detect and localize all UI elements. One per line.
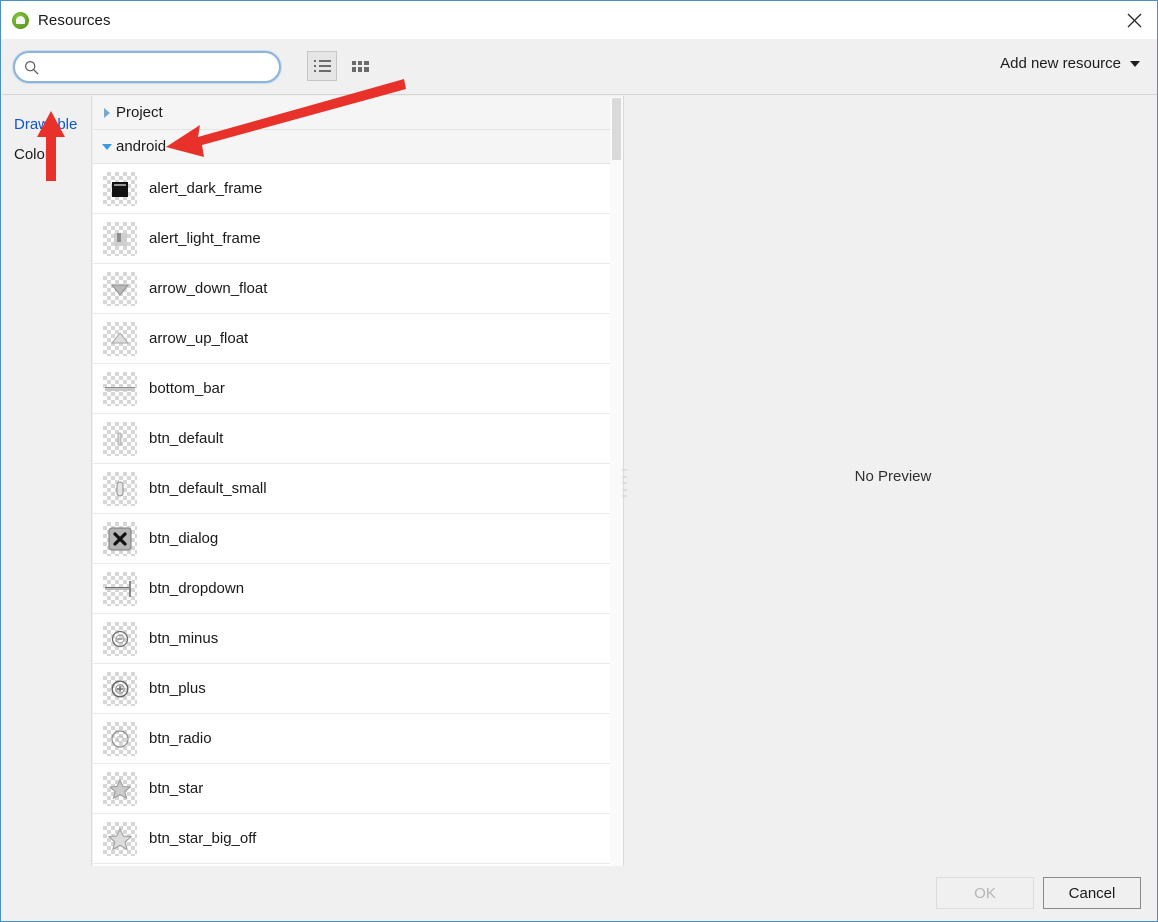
resource-list-panel: Project android alert_dark_frame alert_li… (93, 96, 624, 871)
sidebar-item-drawable[interactable]: Drawable (2, 109, 91, 139)
list-item[interactable]: btn_star_big_off (93, 814, 623, 864)
list-item[interactable]: alert_dark_frame (93, 164, 623, 214)
list-item[interactable]: arrow_down_float (93, 264, 623, 314)
list-item-label: btn_star (149, 780, 204, 797)
resources-dialog: Resources Add new resource Drawable Colo… (0, 0, 1158, 922)
tree-group-label: Project (116, 104, 163, 121)
btn-dialog-icon (103, 521, 137, 556)
preview-panel: No Preview (629, 96, 1157, 867)
list-item-label: btn_default_small (149, 480, 267, 497)
grid-view-icon (351, 60, 369, 72)
sidebar-item-color[interactable]: Color (2, 139, 91, 169)
view-mode-toggle (307, 51, 375, 81)
title-bar: Resources (1, 1, 1157, 39)
preview-empty-text: No Preview (854, 468, 932, 485)
list-view-icon (313, 59, 331, 73)
list-view-button[interactable] (307, 51, 337, 81)
search-input[interactable] (39, 54, 279, 80)
btn-default-icon (103, 421, 137, 456)
add-new-resource-label: Add new resource (1000, 55, 1121, 72)
tree-group-android[interactable]: android (93, 130, 623, 164)
list-item-label: btn_default (149, 430, 224, 447)
cancel-button[interactable]: Cancel (1043, 877, 1141, 909)
alert-dark-frame-icon (103, 171, 137, 206)
chevron-down-icon (1130, 60, 1140, 67)
add-new-resource-button[interactable]: Add new resource (1000, 55, 1140, 72)
list-item-label: btn_dialog (149, 530, 219, 547)
list-item[interactable]: btn_default_small (93, 464, 623, 514)
list-item-label: btn_dropdown (149, 580, 245, 597)
list-item[interactable]: btn_plus (93, 664, 623, 714)
btn-radio-icon (103, 721, 137, 756)
alert-light-frame-icon (103, 221, 137, 256)
list-item-label: arrow_up_float (149, 330, 249, 347)
btn-default-small-icon (103, 471, 137, 506)
list-item[interactable]: btn_default (93, 414, 623, 464)
android-icon (12, 11, 29, 29)
tree-group-label: android (116, 138, 167, 155)
tree-group-project[interactable]: Project (93, 96, 623, 130)
list-item-label: btn_minus (149, 630, 219, 647)
list-item-label: alert_dark_frame (149, 180, 263, 197)
sidebar-item-label: Drawable (14, 115, 78, 133)
list-item-label: bottom_bar (149, 380, 225, 397)
list-item-label: btn_radio (149, 730, 212, 747)
search-field[interactable] (13, 51, 281, 83)
list-item-label: arrow_down_float (149, 280, 268, 297)
scrollbar-thumb[interactable] (612, 98, 621, 160)
arrow-down-float-icon (103, 271, 137, 306)
btn-star-icon (103, 771, 137, 806)
window-title: Resources (38, 11, 111, 29)
btn-star-big-off-icon (103, 821, 137, 856)
list-item-label: btn_plus (149, 680, 206, 697)
chevron-down-icon[interactable] (98, 143, 116, 150)
cancel-button-label: Cancel (1068, 884, 1116, 902)
arrow-up-float-icon (103, 321, 137, 356)
search-icon (24, 60, 39, 75)
dialog-footer: OK Cancel (2, 866, 1157, 920)
btn-minus-icon (103, 621, 137, 656)
chevron-right-icon[interactable] (98, 107, 116, 118)
list-item[interactable]: arrow_up_float (93, 314, 623, 364)
list-item[interactable]: alert_light_frame (93, 214, 623, 264)
list-item[interactable]: btn_dialog (93, 514, 623, 564)
list-item[interactable]: btn_radio (93, 714, 623, 764)
btn-dropdown-icon (103, 571, 137, 606)
btn-plus-icon (103, 671, 137, 706)
list-item[interactable]: bottom_bar (93, 364, 623, 414)
list-item[interactable]: btn_minus (93, 614, 623, 664)
list-item[interactable]: btn_dropdown (93, 564, 623, 614)
sidebar-item-label: Color (14, 145, 50, 163)
panel-splitter-handle[interactable] (622, 469, 628, 497)
ok-button[interactable]: OK (936, 877, 1034, 909)
ok-button-label: OK (974, 884, 996, 902)
list-item-label: alert_light_frame (149, 230, 261, 247)
list-item[interactable]: btn_star (93, 764, 623, 814)
resource-items: alert_dark_frame alert_light_frame arrow_d… (93, 164, 623, 871)
category-sidebar: Drawable Color (2, 96, 92, 867)
close-icon[interactable] (1111, 1, 1157, 39)
list-item-label: btn_star_big_off (149, 830, 257, 847)
bottom-bar-icon (103, 371, 137, 406)
grid-view-button[interactable] (345, 51, 375, 81)
